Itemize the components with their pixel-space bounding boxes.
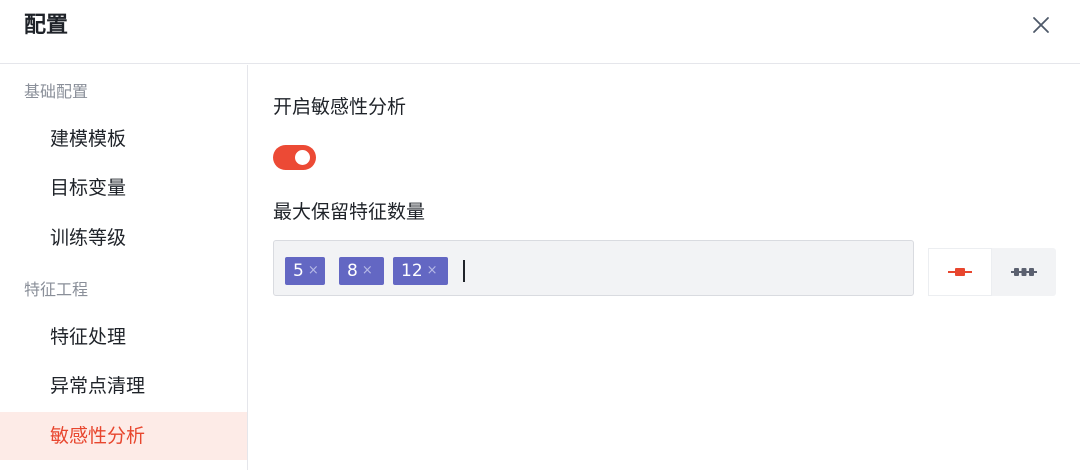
sidebar-item-sensitivity-analysis[interactable]: 敏感性分析 — [0, 412, 247, 460]
tag-value: 12 — [401, 261, 423, 281]
sidebar-group-basic: 基础配置 — [24, 82, 89, 101]
multi-point-mode-button[interactable] — [992, 248, 1056, 296]
sidebar-group-feature-engineering: 特征工程 — [24, 280, 89, 299]
dialog-header: 配置 — [0, 0, 1080, 64]
tag-remove-icon[interactable]: × — [427, 257, 438, 285]
sidebar-item-modeling-template[interactable]: 建模模板 — [0, 115, 247, 163]
close-button[interactable] — [1024, 8, 1058, 42]
tag-item: 5 × — [285, 257, 325, 285]
max-features-label: 最大保留特征数量 — [273, 201, 426, 223]
tag-item: 12 × — [393, 257, 448, 285]
sidebar-item-feature-processing[interactable]: 特征处理 — [0, 313, 247, 361]
sidebar-item-training-level[interactable]: 训练等级 — [0, 214, 247, 262]
sensitivity-toggle[interactable] — [273, 145, 316, 170]
single-point-mode-button[interactable] — [928, 248, 992, 296]
sidebar-nav: 基础配置 建模模板 目标变量 训练等级 特征工程 特征处理 异常点清理 敏感性分… — [0, 65, 248, 470]
tag-remove-icon[interactable]: × — [362, 257, 373, 285]
input-mode-toggle-group — [928, 248, 1056, 296]
close-icon — [1033, 17, 1049, 33]
toggle-knob — [295, 150, 310, 165]
single-point-icon — [948, 268, 972, 276]
tag-remove-icon[interactable]: × — [308, 257, 319, 285]
tag-item: 8 × — [339, 257, 384, 285]
tag-value: 5 — [293, 261, 304, 281]
sidebar-item-outlier-cleaning[interactable]: 异常点清理 — [0, 362, 247, 410]
dialog-title: 配置 — [24, 13, 69, 38]
sidebar-item-target-variable[interactable]: 目标变量 — [0, 164, 247, 212]
tag-value: 8 — [347, 261, 358, 281]
max-features-tag-input[interactable]: 5 × 8 × 12 × — [273, 240, 914, 296]
sensitivity-label: 开启敏感性分析 — [273, 96, 407, 118]
config-panel: 开启敏感性分析 最大保留特征数量 5 × 8 × 12 × — [248, 65, 1080, 470]
multi-point-icon — [1011, 268, 1037, 276]
text-cursor — [463, 260, 465, 282]
